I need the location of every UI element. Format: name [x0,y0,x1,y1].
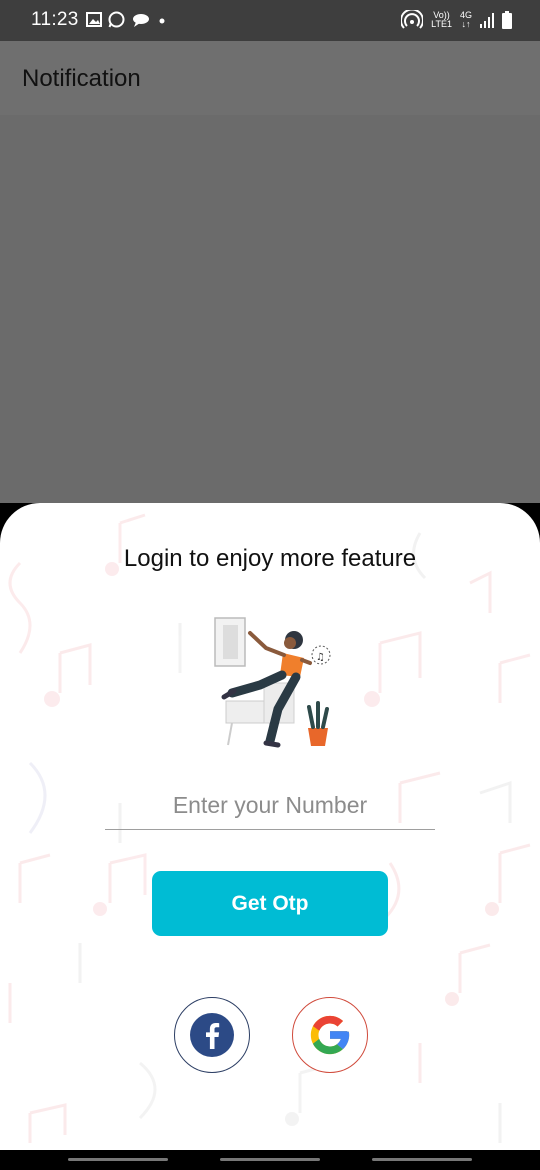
status-notification-icons [86,11,167,28]
login-prompt-title: Login to enjoy more feature [123,545,417,572]
nav-back-button[interactable] [372,1158,472,1161]
nav-recents-button[interactable] [68,1158,168,1161]
data-arrows-label: ↓↑ [461,19,471,29]
status-time: 11:23 [31,9,79,30]
volte-indicator: Vo)) LTE1 [431,11,452,29]
phone-number-input[interactable] [105,781,435,830]
chat-bubble-icon [133,13,149,27]
google-login-button[interactable] [292,997,368,1073]
lte-label: LTE1 [431,19,452,29]
signal-icon [480,13,494,28]
get-otp-button[interactable]: Get Otp [152,871,388,936]
gallery-icon [86,12,102,27]
status-bar: 11:23 Vo)) LTE1 4G ↓↑ [0,0,540,41]
app-bar: Notification [0,41,540,115]
google-icon [310,1015,350,1055]
status-system-icons: Vo)) LTE1 4G ↓↑ [401,10,512,30]
system-navigation-bar [0,1150,540,1170]
dot-icon [159,18,165,23]
page-title: Notification [22,65,141,92]
hotspot-icon [401,10,424,29]
modal-scrim[interactable] [0,115,540,503]
nav-home-button[interactable] [220,1158,320,1161]
svg-text:♫: ♫ [316,652,325,663]
battery-icon [502,11,512,29]
whatsapp-icon [108,11,125,28]
login-bottom-sheet: Login to enjoy more feature ♫ Get Otp [0,503,540,1150]
facebook-login-button[interactable] [174,997,250,1073]
data-indicator: 4G ↓↑ [460,11,472,29]
dancing-woman-illustration: ♫ [214,617,331,748]
facebook-icon [190,1013,234,1057]
